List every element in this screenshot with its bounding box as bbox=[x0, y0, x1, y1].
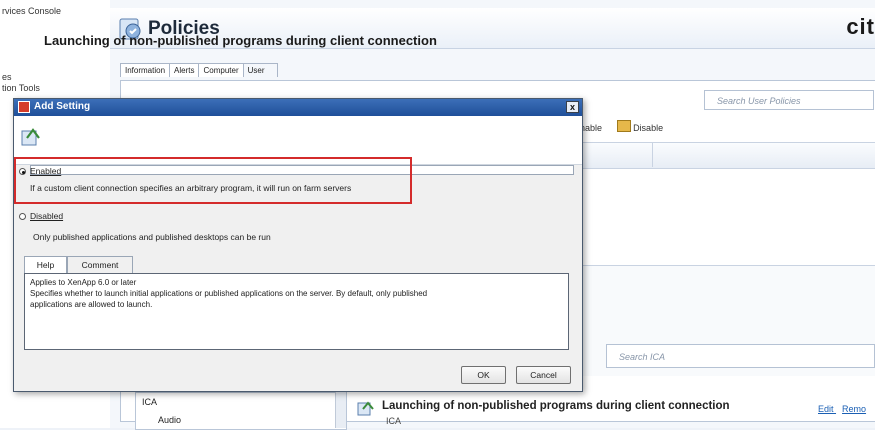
tree-item-console[interactable]: rvices Console bbox=[2, 6, 61, 16]
cancel-button[interactable]: Cancel bbox=[516, 366, 571, 384]
dialog-heading: Launching of non-published programs duri… bbox=[44, 33, 437, 48]
help-line: Applies to XenApp 6.0 or later bbox=[30, 278, 137, 287]
disable-button[interactable]: Disable bbox=[633, 123, 663, 133]
app-icon bbox=[18, 101, 30, 113]
tab-help[interactable]: Help bbox=[24, 256, 67, 273]
disabled-label[interactable]: Disabled bbox=[30, 211, 63, 221]
tab-comment[interactable]: Comment bbox=[67, 256, 133, 273]
tab-computer[interactable]: Computer bbox=[198, 63, 244, 77]
dialog-title: Add Setting bbox=[34, 101, 91, 112]
edit-link[interactable]: Edit bbox=[818, 404, 834, 414]
ok-button[interactable]: OK bbox=[461, 366, 506, 384]
setting-detail-category: ICA bbox=[386, 416, 402, 426]
brand-logo: cit bbox=[846, 14, 875, 39]
policy-toolbar: nable Disable bbox=[580, 120, 663, 140]
list-item[interactable]: ICA bbox=[142, 397, 157, 407]
setting-icon bbox=[21, 128, 40, 146]
setting-detail-title: Launching of non-published programs duri… bbox=[382, 400, 730, 412]
disabled-description: Only published applications and publishe… bbox=[33, 232, 271, 242]
tab-user[interactable]: User bbox=[242, 63, 278, 77]
help-text-box: Applies to XenApp 6.0 or later Specifies… bbox=[24, 273, 569, 350]
help-line: applications are allowed to launch. bbox=[30, 300, 153, 309]
disable-icon bbox=[616, 120, 631, 132]
list-item[interactable]: Audio bbox=[158, 415, 181, 425]
highlight-box bbox=[14, 157, 412, 204]
grid-column-divider[interactable] bbox=[652, 142, 653, 167]
search-ica-input[interactable]: Search ICA bbox=[606, 344, 875, 368]
setting-icon bbox=[357, 401, 374, 416]
disabled-radio[interactable] bbox=[19, 213, 26, 220]
policy-grid-header bbox=[580, 142, 875, 169]
policy-tabs: Information Alerts Computer User bbox=[120, 63, 278, 81]
search-user-policies-input[interactable]: Search User Policies bbox=[704, 90, 874, 110]
tab-alerts[interactable]: Alerts bbox=[169, 63, 200, 77]
help-line: Specifies whether to launch initial appl… bbox=[30, 289, 428, 298]
enable-button[interactable]: nable bbox=[580, 123, 602, 133]
settings-category-list: ICA Audio bbox=[135, 392, 347, 430]
setting-actions: Edit Remo bbox=[818, 404, 866, 414]
tree-item-tools[interactable]: tion Tools bbox=[2, 83, 40, 93]
remove-link[interactable]: Remo bbox=[842, 404, 866, 414]
list-scrollbar[interactable] bbox=[335, 392, 346, 428]
tab-information[interactable]: Information bbox=[120, 63, 171, 77]
tree-item-policies[interactable]: es bbox=[2, 72, 12, 82]
dialog-title-bar[interactable]: Add Setting x bbox=[14, 99, 582, 116]
close-button[interactable]: x bbox=[566, 101, 579, 113]
